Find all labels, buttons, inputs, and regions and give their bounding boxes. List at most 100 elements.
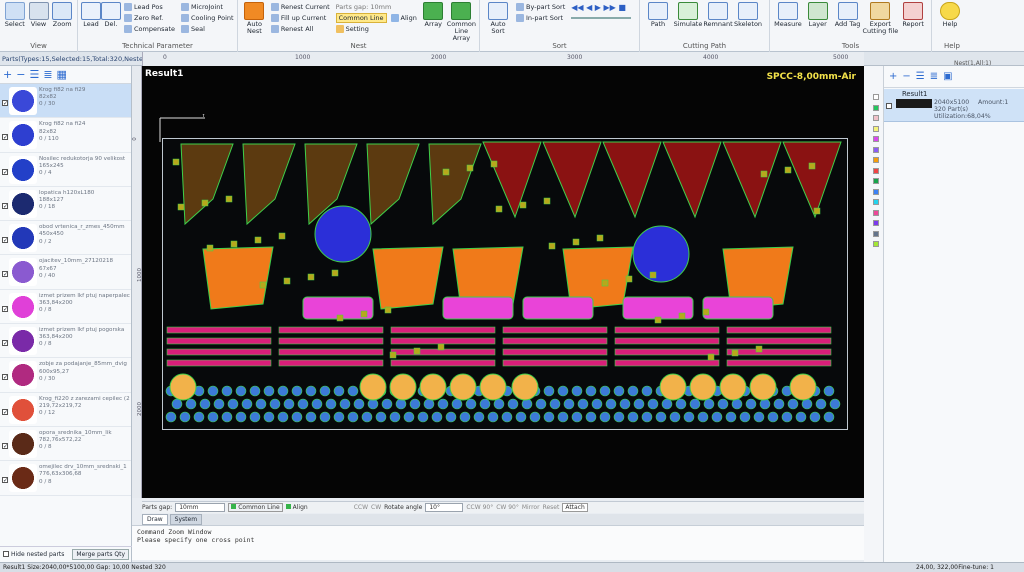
lead-pos-button[interactable]: Lead Pos [124, 2, 175, 12]
part-shape [442, 168, 450, 176]
compensate-button[interactable]: Compensate [124, 24, 175, 34]
layer-swatch[interactable] [873, 167, 879, 174]
nested-parts[interactable] [163, 139, 849, 431]
list-icon[interactable]: ☰ [916, 71, 925, 82]
layer-swatch[interactable] [873, 125, 879, 132]
cooling-point-button[interactable]: Cooling Point [181, 13, 234, 23]
sort-list-icon[interactable]: ≣ [43, 69, 52, 80]
part-shape [661, 398, 673, 410]
list-item[interactable]: ✓ ojacitev_10mm_27120218 67x67 0 / 40 [0, 255, 131, 290]
layer-swatch[interactable] [873, 188, 879, 195]
part-checkbox[interactable]: ✓ [2, 168, 8, 175]
layer-swatch[interactable] [873, 136, 879, 142]
part-shape [599, 385, 611, 397]
in-part-sort-button[interactable]: In-part Sort [516, 13, 565, 23]
renest-current-button[interactable]: Renest Current [270, 2, 330, 12]
layer-swatch[interactable] [873, 157, 879, 163]
layer-swatch[interactable] [873, 146, 879, 153]
part-checkbox[interactable]: ✓ [2, 374, 8, 381]
part-shape [596, 234, 604, 242]
list-item[interactable]: ✓ zobje za podajanje_85mm_dvig 600x95,27 0 … [0, 358, 131, 393]
hide-nested-checkbox[interactable]: Hide nested parts [3, 551, 64, 558]
remove-part-icon[interactable]: − [16, 69, 25, 80]
list-item[interactable]: ✓ Krog fi82 na fi24 82x82 0 / 110 [0, 118, 131, 153]
cw90-button[interactable]: CW 90° [496, 504, 519, 511]
layer-swatch[interactable] [873, 115, 879, 121]
ccw-button[interactable]: CCW [354, 504, 368, 511]
nesting-canvas[interactable]: Result1 SPCC-8,00mm-Air Y [142, 66, 864, 498]
part-checkbox[interactable]: ✓ [2, 305, 8, 312]
fill-up-button[interactable]: Fill up Current [270, 13, 330, 23]
mirror-button[interactable]: Mirror [522, 504, 540, 511]
list-item[interactable]: ✓ Krog_fi220 z zarezami cepilec (2 219,72x… [0, 393, 131, 427]
layer-swatch[interactable] [873, 220, 879, 226]
layer-swatch[interactable] [873, 104, 879, 111]
list-item[interactable]: ✓ Nosilec redukotorja 90 velikost 165x245 0… [0, 153, 131, 187]
microjoint-button[interactable]: MicroJoint [181, 2, 234, 12]
group-sort: Auto Sort By-part Sort In-part Sort ◀◀ ◀… [480, 0, 640, 52]
layer-swatch[interactable] [873, 230, 879, 237]
parts-gap-field[interactable]: Parts gap: 10mm [336, 2, 417, 12]
parts-gap-input[interactable]: 10mm [175, 503, 226, 512]
remove-result-icon[interactable]: − [902, 71, 910, 82]
merge-parts-button[interactable]: Merge parts Qty [72, 549, 129, 560]
part-thumbnail [9, 464, 37, 493]
part-checkbox[interactable]: ✓ [2, 202, 8, 209]
result-checkbox[interactable] [886, 103, 892, 109]
seal-button[interactable]: Seal [181, 24, 234, 34]
tab-draw[interactable]: Draw [142, 514, 168, 525]
part-shape [403, 411, 415, 423]
layer-swatch[interactable] [873, 241, 879, 247]
part-checkbox[interactable]: ✓ [2, 100, 8, 107]
layer-swatch[interactable] [873, 199, 879, 205]
result-item[interactable]: Result1 2040x5100 Amount:1 320 Part(s) U… [884, 89, 1024, 122]
ccw90-button[interactable]: CCW 90° [466, 504, 493, 511]
setting-button[interactable]: Setting [335, 24, 417, 34]
play-icon [244, 2, 265, 20]
part-checkbox[interactable]: ✓ [2, 408, 8, 415]
list-item[interactable]: ✓ lopatica h120xL180 188x127 0 / 18 [0, 187, 131, 222]
layer-swatch[interactable] [873, 209, 879, 216]
common-line-toggle[interactable]: Common Line [228, 503, 283, 512]
list-item[interactable]: ✓ opora_srednika_10mm_lik 782,76x572,22 0 /… [0, 427, 131, 462]
part-shape [760, 170, 768, 178]
part-checkbox[interactable]: ✓ [2, 442, 8, 449]
part-checkbox[interactable]: ✓ [2, 477, 8, 484]
tab-system[interactable]: System [169, 514, 203, 525]
list-icon[interactable]: ☰ [29, 69, 39, 80]
sort-slider[interactable] [571, 13, 632, 23]
list-item[interactable]: ✓ izmet prizem lkf ptuj pogorska 363,84x20… [0, 324, 131, 359]
sort-list-icon[interactable]: ≣ [930, 71, 938, 82]
list-item[interactable]: ✓ omejilec drv_10mm_srednski_1 776,63x306,… [0, 461, 131, 496]
sort-arrows-icon[interactable]: ◀◀ ◀ ▶ ▶▶ ■ [571, 2, 631, 12]
part-shape [390, 326, 496, 334]
rotate-input[interactable]: 10° [425, 503, 464, 512]
save-icon[interactable]: ▣ [943, 71, 952, 82]
layer-swatch[interactable] [873, 178, 879, 184]
part-shape [823, 385, 835, 397]
measure-icon [777, 2, 798, 20]
add-result-icon[interactable]: + [889, 71, 897, 82]
renest-all-button[interactable]: Renest All [270, 24, 330, 34]
list-item[interactable]: ✓ obod vrtenica_r_zmes_450mm 450x450 0 / 2 [0, 221, 131, 256]
cw-button[interactable]: CW [371, 504, 381, 511]
attach-button[interactable]: Attach [562, 503, 588, 512]
command-window[interactable]: Command Zoom Window Please specify one c… [132, 525, 864, 560]
reset-button[interactable]: Reset [543, 504, 560, 511]
zero-ref-button[interactable]: Zero Ref. [124, 13, 175, 23]
part-checkbox[interactable]: ✓ [2, 271, 8, 278]
part-checkbox[interactable]: ✓ [2, 340, 8, 347]
part-shape [325, 398, 337, 410]
list-item[interactable]: ✓ izmet prizem lkf ptuj naperpalec 363,84x… [0, 290, 131, 325]
align-toggle[interactable]: Align [285, 504, 308, 511]
part-checkbox[interactable]: ✓ [2, 134, 8, 141]
list-item[interactable]: ✓ Krog fi82 na fi29 82x82 0 / 30 [0, 84, 131, 119]
parts-panel: + − ☰ ≣ ▦ ✓ Krog fi82 na fi29 82x82 0 / 30 ✓… [0, 66, 132, 562]
part-checkbox[interactable]: ✓ [2, 237, 8, 244]
by-part-sort-button[interactable]: By-part Sort [516, 2, 565, 12]
add-part-icon[interactable]: + [3, 69, 12, 80]
layer-swatch[interactable] [873, 94, 879, 100]
grid-view-icon[interactable]: ▦ [57, 69, 67, 80]
part-shape [787, 398, 799, 410]
common-line-button[interactable]: Common Line Align [335, 13, 417, 23]
